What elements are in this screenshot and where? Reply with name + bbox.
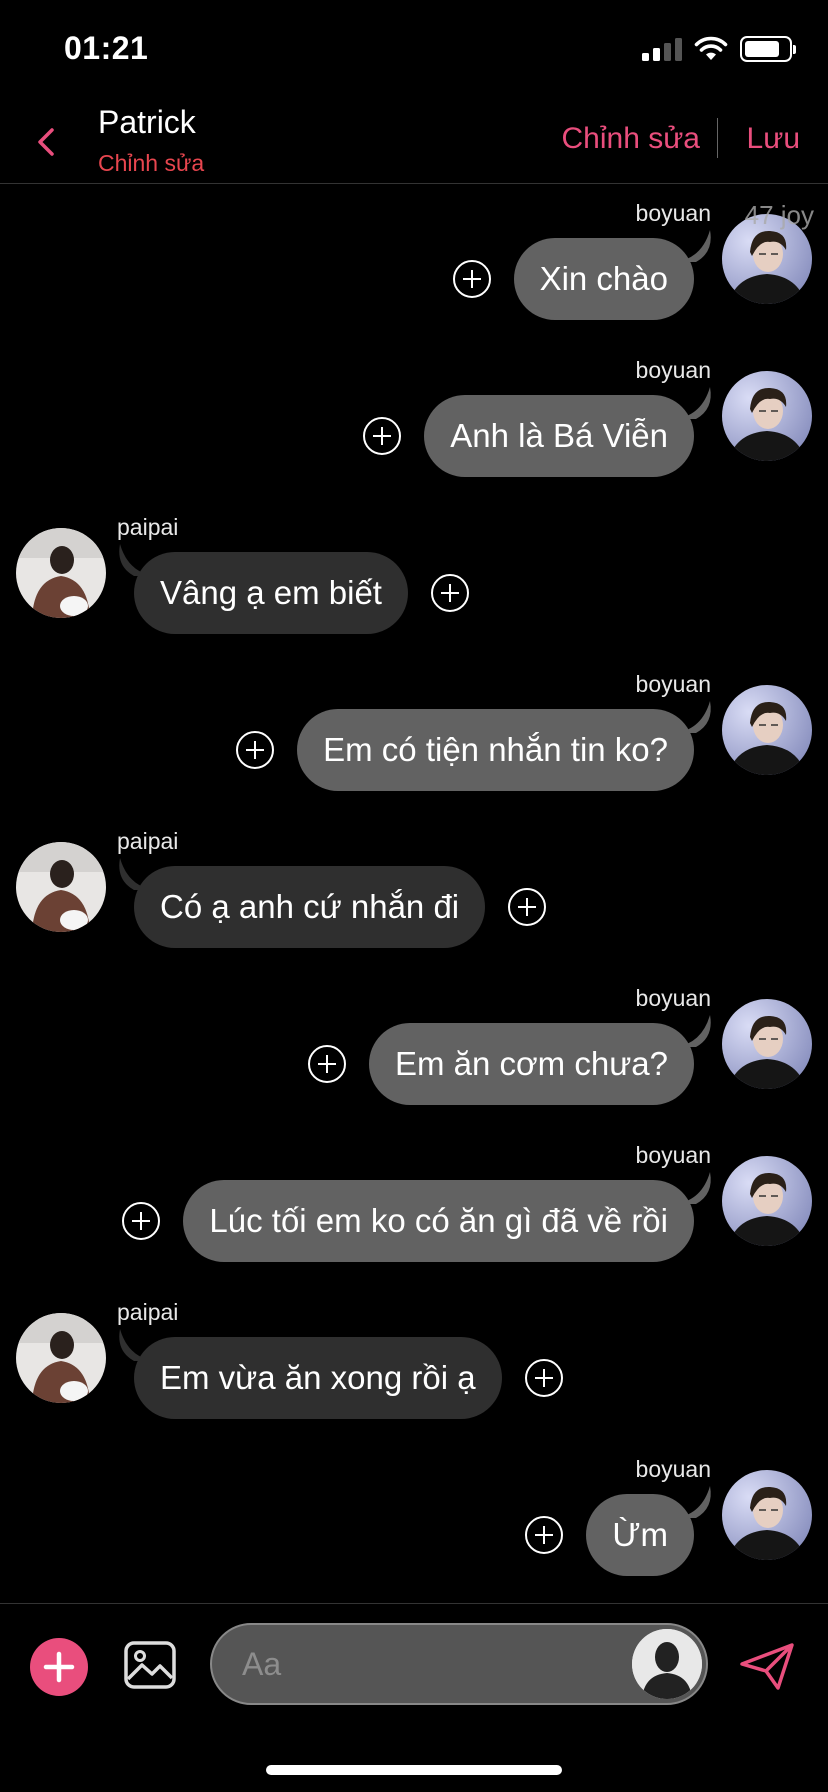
avatar[interactable] <box>722 371 812 461</box>
status-icons <box>642 36 796 62</box>
message-row: paipai Vâng ạ em biết <box>0 514 828 664</box>
add-reaction-icon[interactable] <box>524 1358 564 1398</box>
watermark: 47 joy <box>744 200 814 230</box>
avatar[interactable] <box>16 528 106 618</box>
sender-name: paipai <box>117 514 179 540</box>
status-time: 01:21 <box>64 30 149 66</box>
sender-name: boyuan <box>635 671 711 697</box>
sender-name: boyuan <box>635 357 711 383</box>
avatar[interactable] <box>722 1470 812 1560</box>
home-indicator[interactable] <box>266 1765 562 1775</box>
contact-name[interactable]: Patrick <box>98 104 196 141</box>
plus-circle-icon[interactable] <box>30 1638 88 1696</box>
contact-subtitle[interactable]: Chỉnh sửa <box>98 150 204 177</box>
message-row: paipai Có ạ anh cứ nhắn đi <box>0 828 828 978</box>
avatar[interactable] <box>722 1156 812 1246</box>
avatar[interactable] <box>16 1313 106 1403</box>
message-input[interactable]: Aa <box>210 1623 708 1705</box>
message-bubble[interactable]: Em ăn cơm chưa? <box>369 1023 694 1105</box>
avatar[interactable] <box>16 842 106 932</box>
message-bubble[interactable]: Em vừa ăn xong rồi ạ <box>134 1337 502 1419</box>
avatar[interactable] <box>722 685 812 775</box>
add-reaction-icon[interactable] <box>430 573 470 613</box>
sender-avatar-toggle[interactable] <box>632 1629 702 1699</box>
message-bubble[interactable]: Ừm <box>586 1494 694 1576</box>
battery-icon <box>740 36 796 62</box>
add-reaction-icon[interactable] <box>307 1044 347 1084</box>
message-bubble[interactable]: Lúc tối em ko có ăn gì đã về rồi <box>183 1180 694 1262</box>
chevron-left-icon[interactable] <box>28 122 68 162</box>
sender-name: paipai <box>117 1299 179 1325</box>
message-input-placeholder: Aa <box>242 1646 282 1682</box>
header-divider <box>717 118 718 158</box>
sender-name: boyuan <box>635 985 711 1011</box>
chat-header: Patrick Chỉnh sửa Chỉnh sửa Lưu <box>0 100 828 184</box>
message-row: boyuan Em có tiện nhắn tin ko? <box>0 671 828 821</box>
sender-name: boyuan <box>635 200 711 226</box>
wifi-icon <box>694 36 728 60</box>
send-icon[interactable] <box>738 1642 796 1692</box>
message-bubble[interactable]: Anh là Bá Viễn <box>424 395 694 477</box>
cellular-signal-icon <box>642 37 682 61</box>
add-reaction-icon[interactable] <box>362 416 402 456</box>
message-bubble[interactable]: Xin chào <box>513 238 694 320</box>
add-reaction-icon[interactable] <box>235 730 275 770</box>
message-bubble[interactable]: Em có tiện nhắn tin ko? <box>297 709 694 791</box>
message-row: boyuan Xin chào <box>0 200 828 350</box>
add-reaction-icon[interactable] <box>121 1201 161 1241</box>
message-bubble[interactable]: Vâng ạ em biết <box>134 552 408 634</box>
message-row: boyuan Lúc tối em ko có ăn gì đã về rồi <box>0 1142 828 1292</box>
add-reaction-icon[interactable] <box>452 259 492 299</box>
message-bubble[interactable]: Có ạ anh cứ nhắn đi <box>134 866 486 948</box>
status-bar: 01:21 <box>0 0 828 100</box>
save-button[interactable]: Lưu <box>747 122 800 156</box>
message-row: paipai Em vừa ăn xong rồi ạ <box>0 1299 828 1449</box>
composer-bar: Aa <box>0 1603 828 1724</box>
message-row: boyuan Em ăn cơm chưa? <box>0 985 828 1135</box>
edit-button[interactable]: Chỉnh sửa <box>562 122 701 156</box>
add-reaction-icon[interactable] <box>507 887 547 927</box>
message-row: boyuan Ừm <box>0 1456 828 1606</box>
message-row: boyuan Anh là Bá Viễn <box>0 357 828 507</box>
add-reaction-icon[interactable] <box>524 1515 564 1555</box>
sender-name: paipai <box>117 828 179 854</box>
sender-name: boyuan <box>635 1456 711 1482</box>
sender-name: boyuan <box>635 1142 711 1168</box>
avatar[interactable] <box>722 999 812 1089</box>
image-icon[interactable] <box>122 1637 178 1693</box>
